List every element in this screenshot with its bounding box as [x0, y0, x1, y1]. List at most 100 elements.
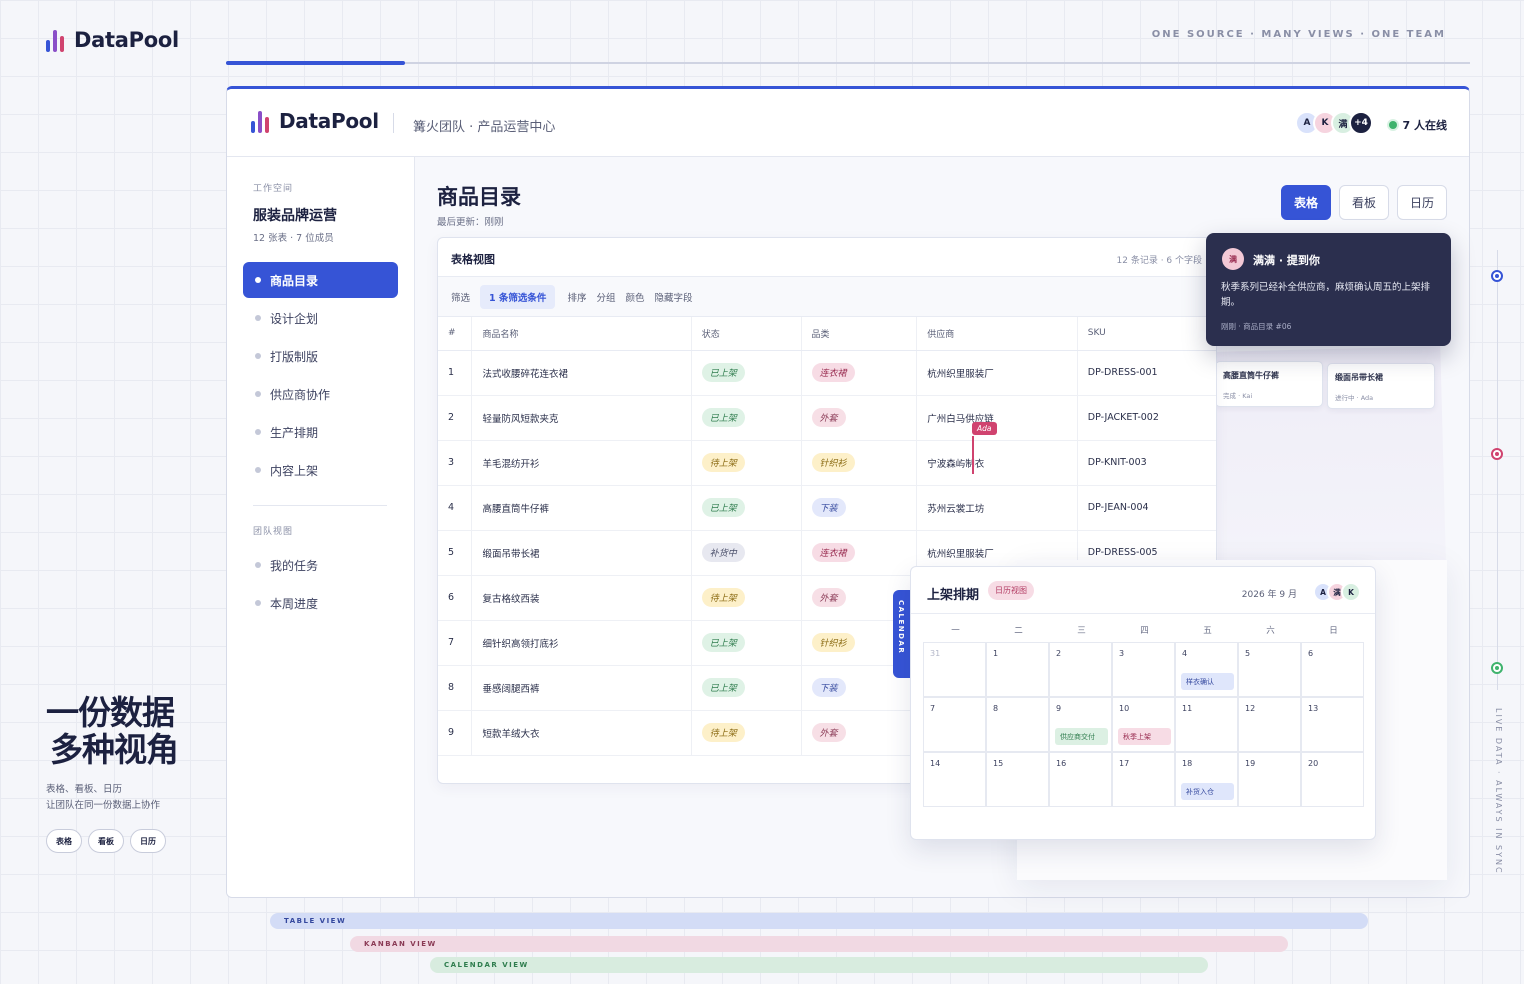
calendar-day-cell[interactable]: 2	[1049, 642, 1112, 697]
filter-button[interactable]: 筛选	[451, 290, 470, 304]
table-row[interactable]: 1 法式收腰碎花连衣裙 已上架 连衣裙 杭州织里服装厂 DP-DRESS-001	[438, 350, 1216, 396]
sku-cell[interactable]: DP-KNIT-003	[1076, 440, 1216, 486]
status-cell[interactable]: 待上架	[690, 440, 802, 486]
calendar-day-cell[interactable]: 20	[1301, 752, 1364, 807]
status-cell[interactable]: 已上架	[690, 395, 802, 441]
avatar[interactable]: K	[1341, 582, 1361, 602]
status-cell[interactable]: 待上架	[690, 710, 802, 756]
product-name-cell[interactable]: 羊毛混纺开衫	[471, 440, 692, 486]
category-cell[interactable]: 外套	[800, 710, 917, 756]
chip-kanban[interactable]: 看板	[88, 829, 124, 853]
calendar-event[interactable]: 样衣确认	[1181, 673, 1234, 690]
category-cell[interactable]: 外套	[800, 395, 917, 441]
column-header[interactable]: 商品名称	[471, 317, 692, 351]
chip-calendar[interactable]: 日历	[130, 829, 166, 853]
category-cell[interactable]: 下装	[800, 485, 917, 531]
calendar-day-cell[interactable]: 17	[1112, 752, 1175, 807]
column-header[interactable]: 状态	[690, 317, 802, 351]
status-cell[interactable]: 已上架	[690, 485, 802, 531]
product-name-cell[interactable]: 轻量防风短款夹克	[471, 395, 692, 441]
sku-cell[interactable]: DP-JACKET-002	[1076, 395, 1216, 441]
calendar-day-cell[interactable]: 6	[1301, 642, 1364, 697]
sku-cell[interactable]: DP-DRESS-001	[1076, 350, 1216, 396]
hide-fields-button[interactable]: 隐藏字段	[654, 290, 692, 304]
status-cell[interactable]: 补货中	[690, 530, 802, 576]
category-cell[interactable]: 连衣裙	[800, 350, 917, 396]
calendar-day-cell[interactable]: 8	[986, 697, 1049, 752]
active-filter-chip[interactable]: 1 条筛选条件	[480, 284, 556, 309]
calendar-day-cell[interactable]: 31	[923, 642, 986, 697]
calendar-day-cell[interactable]: 5	[1238, 642, 1301, 697]
calendar-day-cell[interactable]: 16	[1049, 752, 1112, 807]
group-button[interactable]: 分组	[596, 290, 615, 304]
calendar-day-cell[interactable]: 7	[923, 697, 986, 752]
calendar-day-cell[interactable]: 1	[986, 642, 1049, 697]
calendar-day-cell[interactable]: 18 补货入仓	[1175, 752, 1238, 807]
product-name-cell[interactable]: 高腰直筒牛仔裤	[471, 485, 692, 531]
product-name-cell[interactable]: 细针织高领打底衫	[471, 620, 692, 666]
view-kanban-button[interactable]: 看板	[1338, 185, 1389, 220]
category-cell[interactable]: 针织衫	[800, 440, 917, 486]
day-number: 6	[1308, 649, 1314, 658]
mention-notification[interactable]: 满 满满 · 提到你 秋季系列已经补全供应商，麻烦确认周五的上架排期。 刚刚 ·…	[1206, 233, 1451, 346]
product-name-cell[interactable]: 法式收腰碎花连衣裙	[471, 350, 692, 396]
calendar-day-cell[interactable]: 10 秋季上架	[1112, 697, 1175, 752]
calendar-day-cell[interactable]: 13	[1301, 697, 1364, 752]
column-header[interactable]: 供应商	[916, 317, 1078, 351]
calendar-day-cell[interactable]: 12	[1238, 697, 1301, 752]
calendar-month[interactable]: 2026 年 9 月	[1242, 587, 1297, 600]
calendar-day-cell[interactable]: 19	[1238, 752, 1301, 807]
sidebar-item-pattern[interactable]: 打版制版	[243, 338, 398, 374]
sku-cell[interactable]: DP-JEAN-004	[1076, 485, 1216, 531]
sidebar-item-suppliers[interactable]: 供应商协作	[243, 376, 398, 412]
weekday-header: 日	[1329, 626, 1338, 636]
sidebar-item-design[interactable]: 设计企划	[243, 300, 398, 336]
sidebar-item-weekly[interactable]: 本周进度	[243, 585, 398, 621]
color-button[interactable]: 颜色	[625, 290, 644, 304]
sidebar-item-listing[interactable]: 内容上架	[243, 452, 398, 488]
category-cell[interactable]: 连衣裙	[800, 530, 917, 576]
notification-body: 秋季系列已经补全供应商，麻烦确认周五的上架排期。	[1221, 282, 1431, 308]
status-cell[interactable]: 已上架	[690, 665, 802, 711]
workspace-name[interactable]: 服装品牌运营	[253, 205, 337, 225]
calendar-day-cell[interactable]: 11	[1175, 697, 1238, 752]
calendar-event[interactable]: 供应商交付	[1055, 728, 1108, 745]
view-calendar-button[interactable]: 日历	[1396, 185, 1447, 220]
avatar[interactable]: +4	[1349, 111, 1373, 135]
calendar-event[interactable]: 补货入仓	[1181, 783, 1234, 800]
status-cell[interactable]: 待上架	[690, 575, 802, 621]
status-cell[interactable]: 已上架	[690, 620, 802, 666]
calendar-day-cell[interactable]: 4 样衣确认	[1175, 642, 1238, 697]
table-row[interactable]: 3 羊毛混纺开衫 待上架 针织衫 宁波森屿制衣 DP-KNIT-003	[438, 440, 1216, 486]
view-table-button[interactable]: 表格	[1280, 185, 1331, 220]
collaborator-avatars[interactable]: A K 满 +4	[1295, 111, 1373, 135]
calendar-day-cell[interactable]: 3	[1112, 642, 1175, 697]
sidebar-item-catalog[interactable]: 商品目录	[243, 262, 398, 298]
product-name-cell[interactable]: 垂感阔腿西裤	[471, 665, 692, 711]
table-row[interactable]: 4 高腰直筒牛仔裤 已上架 下装 苏州云裳工坊 DP-JEAN-004	[438, 485, 1216, 531]
product-name-cell[interactable]: 复古格纹西装	[471, 575, 692, 621]
supplier-cell[interactable]: 广州白马供应链	[916, 395, 1078, 441]
sort-button[interactable]: 排序	[567, 290, 586, 304]
supplier-cell[interactable]: 宁波森屿制衣	[916, 440, 1078, 486]
sidebar-item-my-tasks[interactable]: 我的任务	[243, 547, 398, 583]
column-header[interactable]: 品类	[800, 317, 917, 351]
product-name-cell[interactable]: 短款羊绒大衣	[471, 710, 692, 756]
calendar-day-cell[interactable]: 9 供应商交付	[1049, 697, 1112, 752]
sidebar: 工作空间 服装品牌运营 12 张表 · 7 位成员 商品目录 设计企划 打版制版…	[227, 157, 415, 897]
supplier-cell[interactable]: 杭州织里服装厂	[916, 350, 1078, 396]
kanban-card[interactable]: 高腰直筒牛仔裤 完成 · Kai	[1215, 361, 1323, 407]
calendar-event[interactable]: 秋季上架	[1118, 728, 1171, 745]
calendar-day-cell[interactable]: 15	[986, 752, 1049, 807]
calendar-day-cell[interactable]: 14	[923, 752, 986, 807]
supplier-cell[interactable]: 苏州云裳工坊	[916, 485, 1078, 531]
window-brand[interactable]: DataPool	[251, 109, 379, 133]
kanban-card[interactable]: 缎面吊带长裙 进行中 · Ada	[1327, 363, 1435, 409]
status-cell[interactable]: 已上架	[690, 350, 802, 396]
product-name-cell[interactable]: 缎面吊带长裙	[471, 530, 692, 576]
sidebar-item-production[interactable]: 生产排期	[243, 414, 398, 450]
column-header[interactable]: #	[438, 317, 472, 351]
column-header[interactable]: SKU	[1076, 317, 1216, 351]
chip-table[interactable]: 表格	[46, 829, 82, 853]
table-row[interactable]: 2 轻量防风短款夹克 已上架 外套 广州白马供应链 DP-JACKET-002	[438, 395, 1216, 441]
